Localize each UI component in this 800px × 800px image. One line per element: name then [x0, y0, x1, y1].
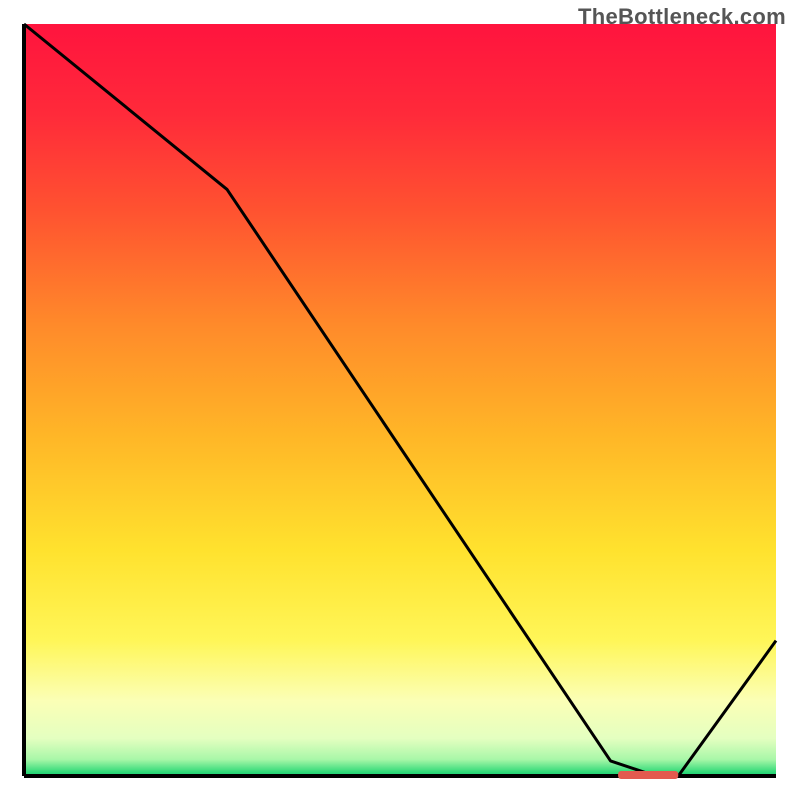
bottleneck-chart: TheBottleneck.com [0, 0, 800, 800]
attribution-label: TheBottleneck.com [578, 4, 786, 30]
optimum-marker [618, 771, 678, 779]
chart-svg [0, 0, 800, 800]
chart-plot-area [24, 24, 776, 776]
